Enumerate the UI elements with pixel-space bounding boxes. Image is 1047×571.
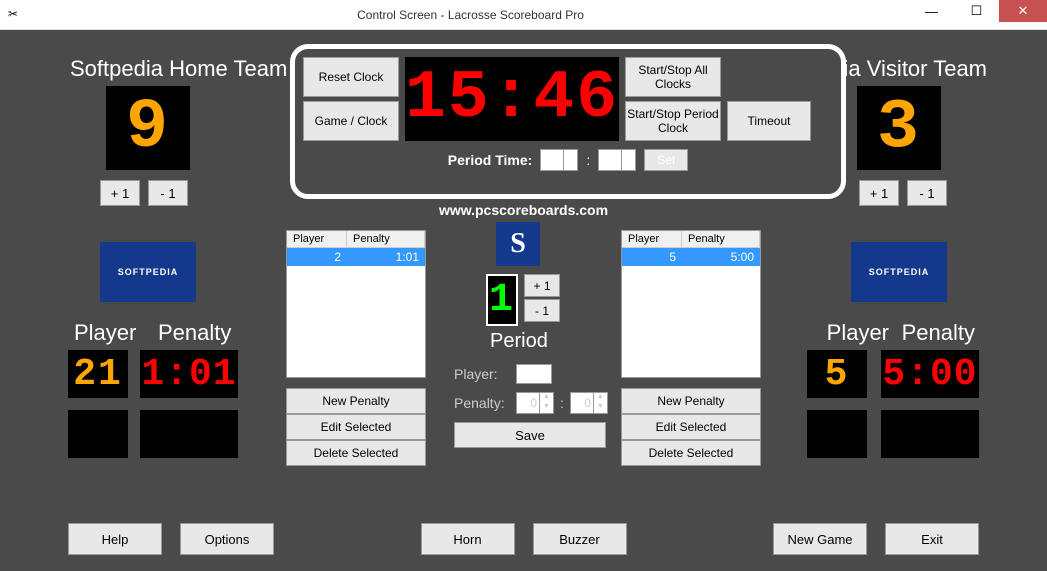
home-score-display: 9 [106, 86, 190, 170]
home-player1-display: 21 [68, 350, 128, 398]
center-logo: S [496, 222, 540, 266]
period-minus-button[interactable]: - 1 [524, 299, 560, 322]
window-title: Control Screen - Lacrosse Scoreboard Pro [32, 8, 909, 22]
main-clock-value: 15:46 [405, 65, 619, 133]
list-header-penalty: Penalty [682, 231, 760, 247]
app-surface: Softpedia Home Team Softpedia Visitor Te… [0, 30, 1047, 571]
home-penalty-label: Penalty [158, 320, 231, 346]
home-player2-display [68, 410, 128, 458]
period-plus-button[interactable]: + 1 [524, 274, 560, 297]
reset-clock-button[interactable]: Reset Clock [303, 57, 399, 97]
visitor-player-label: Player [827, 320, 889, 346]
penalty-input-label: Penalty: [454, 395, 510, 411]
chevron-down-icon[interactable]: ▼ [563, 160, 577, 170]
visitor-penalty1-display: 5:00 [881, 350, 979, 398]
period-label: Period [490, 330, 548, 353]
save-button[interactable]: Save [454, 422, 606, 448]
penalty-sec-spinner[interactable]: 0▲▼ [570, 392, 608, 414]
chevron-down-icon[interactable]: ▼ [593, 403, 607, 413]
visitor-edit-selected-button[interactable]: Edit Selected [621, 414, 761, 440]
visitor-player2-display [807, 410, 867, 458]
period-seconds-spinner[interactable]: 0▲▼ [598, 149, 636, 171]
startstop-period-button[interactable]: Start/Stop Period Clock [625, 101, 721, 141]
website-url: www.pcscoreboards.com [0, 202, 1047, 218]
exit-button[interactable]: Exit [885, 523, 979, 555]
maximize-button[interactable]: ☐ [954, 0, 999, 22]
close-button[interactable]: ✕ [999, 0, 1047, 22]
new-game-button[interactable]: New Game [773, 523, 867, 555]
chevron-up-icon[interactable]: ▲ [593, 393, 607, 403]
app-icon: ✂ [8, 7, 24, 23]
home-player-label: Player [74, 320, 136, 346]
list-header-player: Player [622, 231, 682, 247]
player-input[interactable] [516, 364, 552, 384]
visitor-new-penalty-button[interactable]: New Penalty [621, 388, 761, 414]
list-header-penalty: Penalty [347, 231, 425, 247]
visitor-logo: SOFTPEDIA [851, 242, 947, 302]
help-button[interactable]: Help [68, 523, 162, 555]
startstop-all-button[interactable]: Start/Stop All Clocks [625, 57, 721, 97]
period-time-label: Period Time: [448, 152, 533, 168]
visitor-penalty2-display [881, 410, 979, 458]
timeout-button[interactable]: Timeout [727, 101, 811, 141]
list-row-selected[interactable]: 55:00 [622, 248, 760, 266]
visitor-delete-selected-button[interactable]: Delete Selected [621, 440, 761, 466]
chevron-down-icon[interactable]: ▼ [539, 403, 553, 413]
home-penalty-list[interactable]: PlayerPenalty 21:01 [286, 230, 426, 378]
visitor-score-display: 3 [857, 86, 941, 170]
period-display: 1 [486, 274, 518, 326]
options-button[interactable]: Options [180, 523, 274, 555]
set-period-time-button[interactable]: Set [644, 149, 688, 171]
game-clock-button[interactable]: Game / Clock [303, 101, 399, 141]
chevron-down-icon[interactable]: ▼ [621, 160, 635, 170]
visitor-player1-display: 5 [807, 350, 867, 398]
period-minutes-spinner[interactable]: 0▲▼ [540, 149, 578, 171]
chevron-up-icon[interactable]: ▲ [621, 150, 635, 160]
visitor-penalty-label: Penalty [902, 320, 975, 346]
minimize-button[interactable]: — [909, 0, 954, 22]
penalty-min-spinner[interactable]: 0▲▼ [516, 392, 554, 414]
home-penalty1-display: 1:01 [140, 350, 238, 398]
home-delete-selected-button[interactable]: Delete Selected [286, 440, 426, 466]
home-edit-selected-button[interactable]: Edit Selected [286, 414, 426, 440]
clock-panel: Reset Clock Game / Clock 15:46 Start/Sto… [290, 44, 846, 199]
visitor-penalty-list[interactable]: PlayerPenalty 55:00 [621, 230, 761, 378]
home-penalty2-display [140, 410, 238, 458]
list-header-player: Player [287, 231, 347, 247]
chevron-up-icon[interactable]: ▲ [563, 150, 577, 160]
main-clock-display: 15:46 [405, 57, 619, 141]
home-logo: SOFTPEDIA [100, 242, 196, 302]
home-score-value: 9 [126, 89, 170, 168]
player-input-label: Player: [454, 366, 510, 382]
home-team-name: Softpedia Home Team [70, 56, 287, 82]
buzzer-button[interactable]: Buzzer [533, 523, 627, 555]
chevron-up-icon[interactable]: ▲ [539, 393, 553, 403]
horn-button[interactable]: Horn [421, 523, 515, 555]
home-new-penalty-button[interactable]: New Penalty [286, 388, 426, 414]
list-row-selected[interactable]: 21:01 [287, 248, 425, 266]
titlebar: ✂ Control Screen - Lacrosse Scoreboard P… [0, 0, 1047, 30]
visitor-score-value: 3 [877, 89, 921, 168]
